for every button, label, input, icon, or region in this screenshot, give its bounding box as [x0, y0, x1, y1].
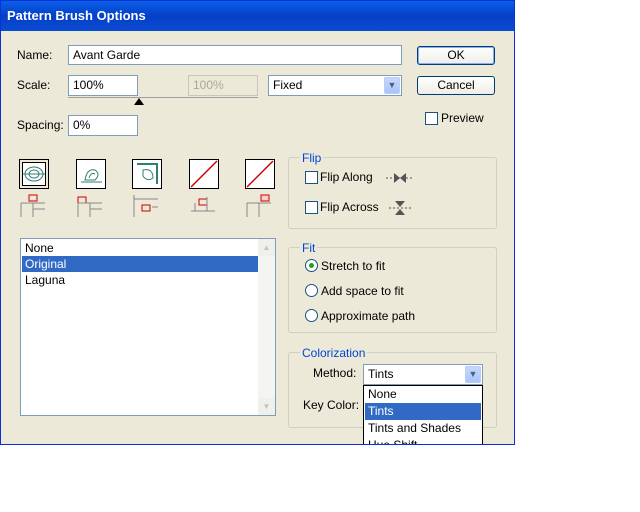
colorization-group-title: Colorization: [300, 346, 368, 360]
window-title: Pattern Brush Options: [7, 8, 146, 23]
scale-mode-select[interactable]: Fixed ▼: [268, 75, 402, 96]
side-tile[interactable]: [19, 159, 49, 189]
ok-button[interactable]: OK: [417, 46, 495, 65]
no-tile-icon: [190, 160, 218, 188]
title-bar[interactable]: Pattern Brush Options: [1, 1, 514, 31]
stretch-to-fit-radio[interactable]: [305, 259, 318, 272]
preview-checkbox[interactable]: [425, 112, 438, 125]
tile-pattern-icon: [137, 163, 158, 184]
flip-across-label: Flip Across: [320, 200, 379, 214]
approximate-path-radio[interactable]: [305, 309, 318, 322]
scale-variation-input: 100%: [188, 75, 258, 96]
name-label: Name:: [17, 48, 53, 62]
inner-corner-tile[interactable]: [132, 159, 162, 189]
start-tile-position-icon: [191, 197, 215, 212]
cancel-button[interactable]: Cancel: [417, 76, 495, 95]
chevron-down-icon[interactable]: ▼: [465, 366, 481, 383]
preview-label: Preview: [441, 111, 484, 125]
scale-label: Scale:: [17, 78, 51, 92]
method-select-value: Tints: [368, 367, 394, 381]
fit-group-title: Fit: [300, 241, 318, 255]
flip-group: [288, 157, 497, 229]
list-scrollbar[interactable]: ▲ ▼: [258, 239, 275, 415]
dropdown-option[interactable]: Tints: [365, 403, 481, 420]
scroll-up-icon[interactable]: ▲: [258, 239, 275, 256]
pattern-brush-options-dialog: Pattern Brush Options Name: Avant Garde …: [0, 0, 515, 445]
radio-selected-dot: [309, 263, 314, 268]
flip-across-checkbox[interactable]: [305, 201, 318, 214]
end-tile[interactable]: [245, 159, 275, 189]
tile-pattern-icon: [23, 166, 45, 182]
flip-along-checkbox[interactable]: [305, 171, 318, 184]
list-item[interactable]: Laguna: [22, 272, 259, 288]
key-color-label: Key Color:: [303, 398, 360, 412]
flip-across-icon: [389, 201, 411, 215]
scroll-down-icon[interactable]: ▼: [258, 398, 275, 415]
outer-corner-tile[interactable]: [76, 159, 106, 189]
method-select[interactable]: Tints ▼: [363, 364, 483, 385]
dropdown-option[interactable]: Tints and Shades: [365, 420, 481, 437]
spacing-label: Spacing:: [17, 118, 64, 132]
name-input[interactable]: Avant Garde: [68, 45, 402, 65]
outer-corner-position-icon: [77, 196, 102, 217]
inner-corner-position-icon: [133, 195, 158, 217]
scale-mode-value: Fixed: [273, 78, 303, 92]
end-tile-position-icon: [246, 194, 271, 217]
method-dropdown-list[interactable]: None Tints Tints and Shades Hue Shift: [363, 385, 483, 444]
pattern-list[interactable]: None Original Laguna ▲ ▼: [20, 238, 276, 416]
add-space-to-fit-radio[interactable]: [305, 284, 318, 297]
side-tile-position-icon: [20, 194, 45, 217]
approximate-path-label: Approximate path: [321, 309, 416, 323]
stretch-to-fit-label: Stretch to fit: [321, 259, 386, 273]
tile-pattern-icon: [81, 169, 102, 183]
flip-group-title: Flip: [300, 151, 324, 165]
dropdown-option[interactable]: None: [365, 386, 481, 403]
spacing-input[interactable]: 0%: [68, 115, 138, 136]
scale-slider-track[interactable]: [68, 97, 258, 98]
method-label: Method:: [313, 366, 357, 380]
list-item[interactable]: Original: [22, 256, 259, 272]
dropdown-option[interactable]: Hue Shift: [365, 437, 481, 444]
add-space-to-fit-label: Add space to fit: [321, 284, 404, 298]
list-item[interactable]: None: [22, 240, 259, 256]
scale-input[interactable]: 100%: [68, 75, 138, 96]
start-tile[interactable]: [189, 159, 219, 189]
chevron-down-icon[interactable]: ▼: [384, 77, 400, 94]
no-tile-icon: [246, 160, 274, 188]
flip-along-label: Flip Along: [320, 170, 373, 184]
scale-slider-thumb[interactable]: [134, 98, 144, 105]
flip-along-icon: [386, 173, 412, 183]
